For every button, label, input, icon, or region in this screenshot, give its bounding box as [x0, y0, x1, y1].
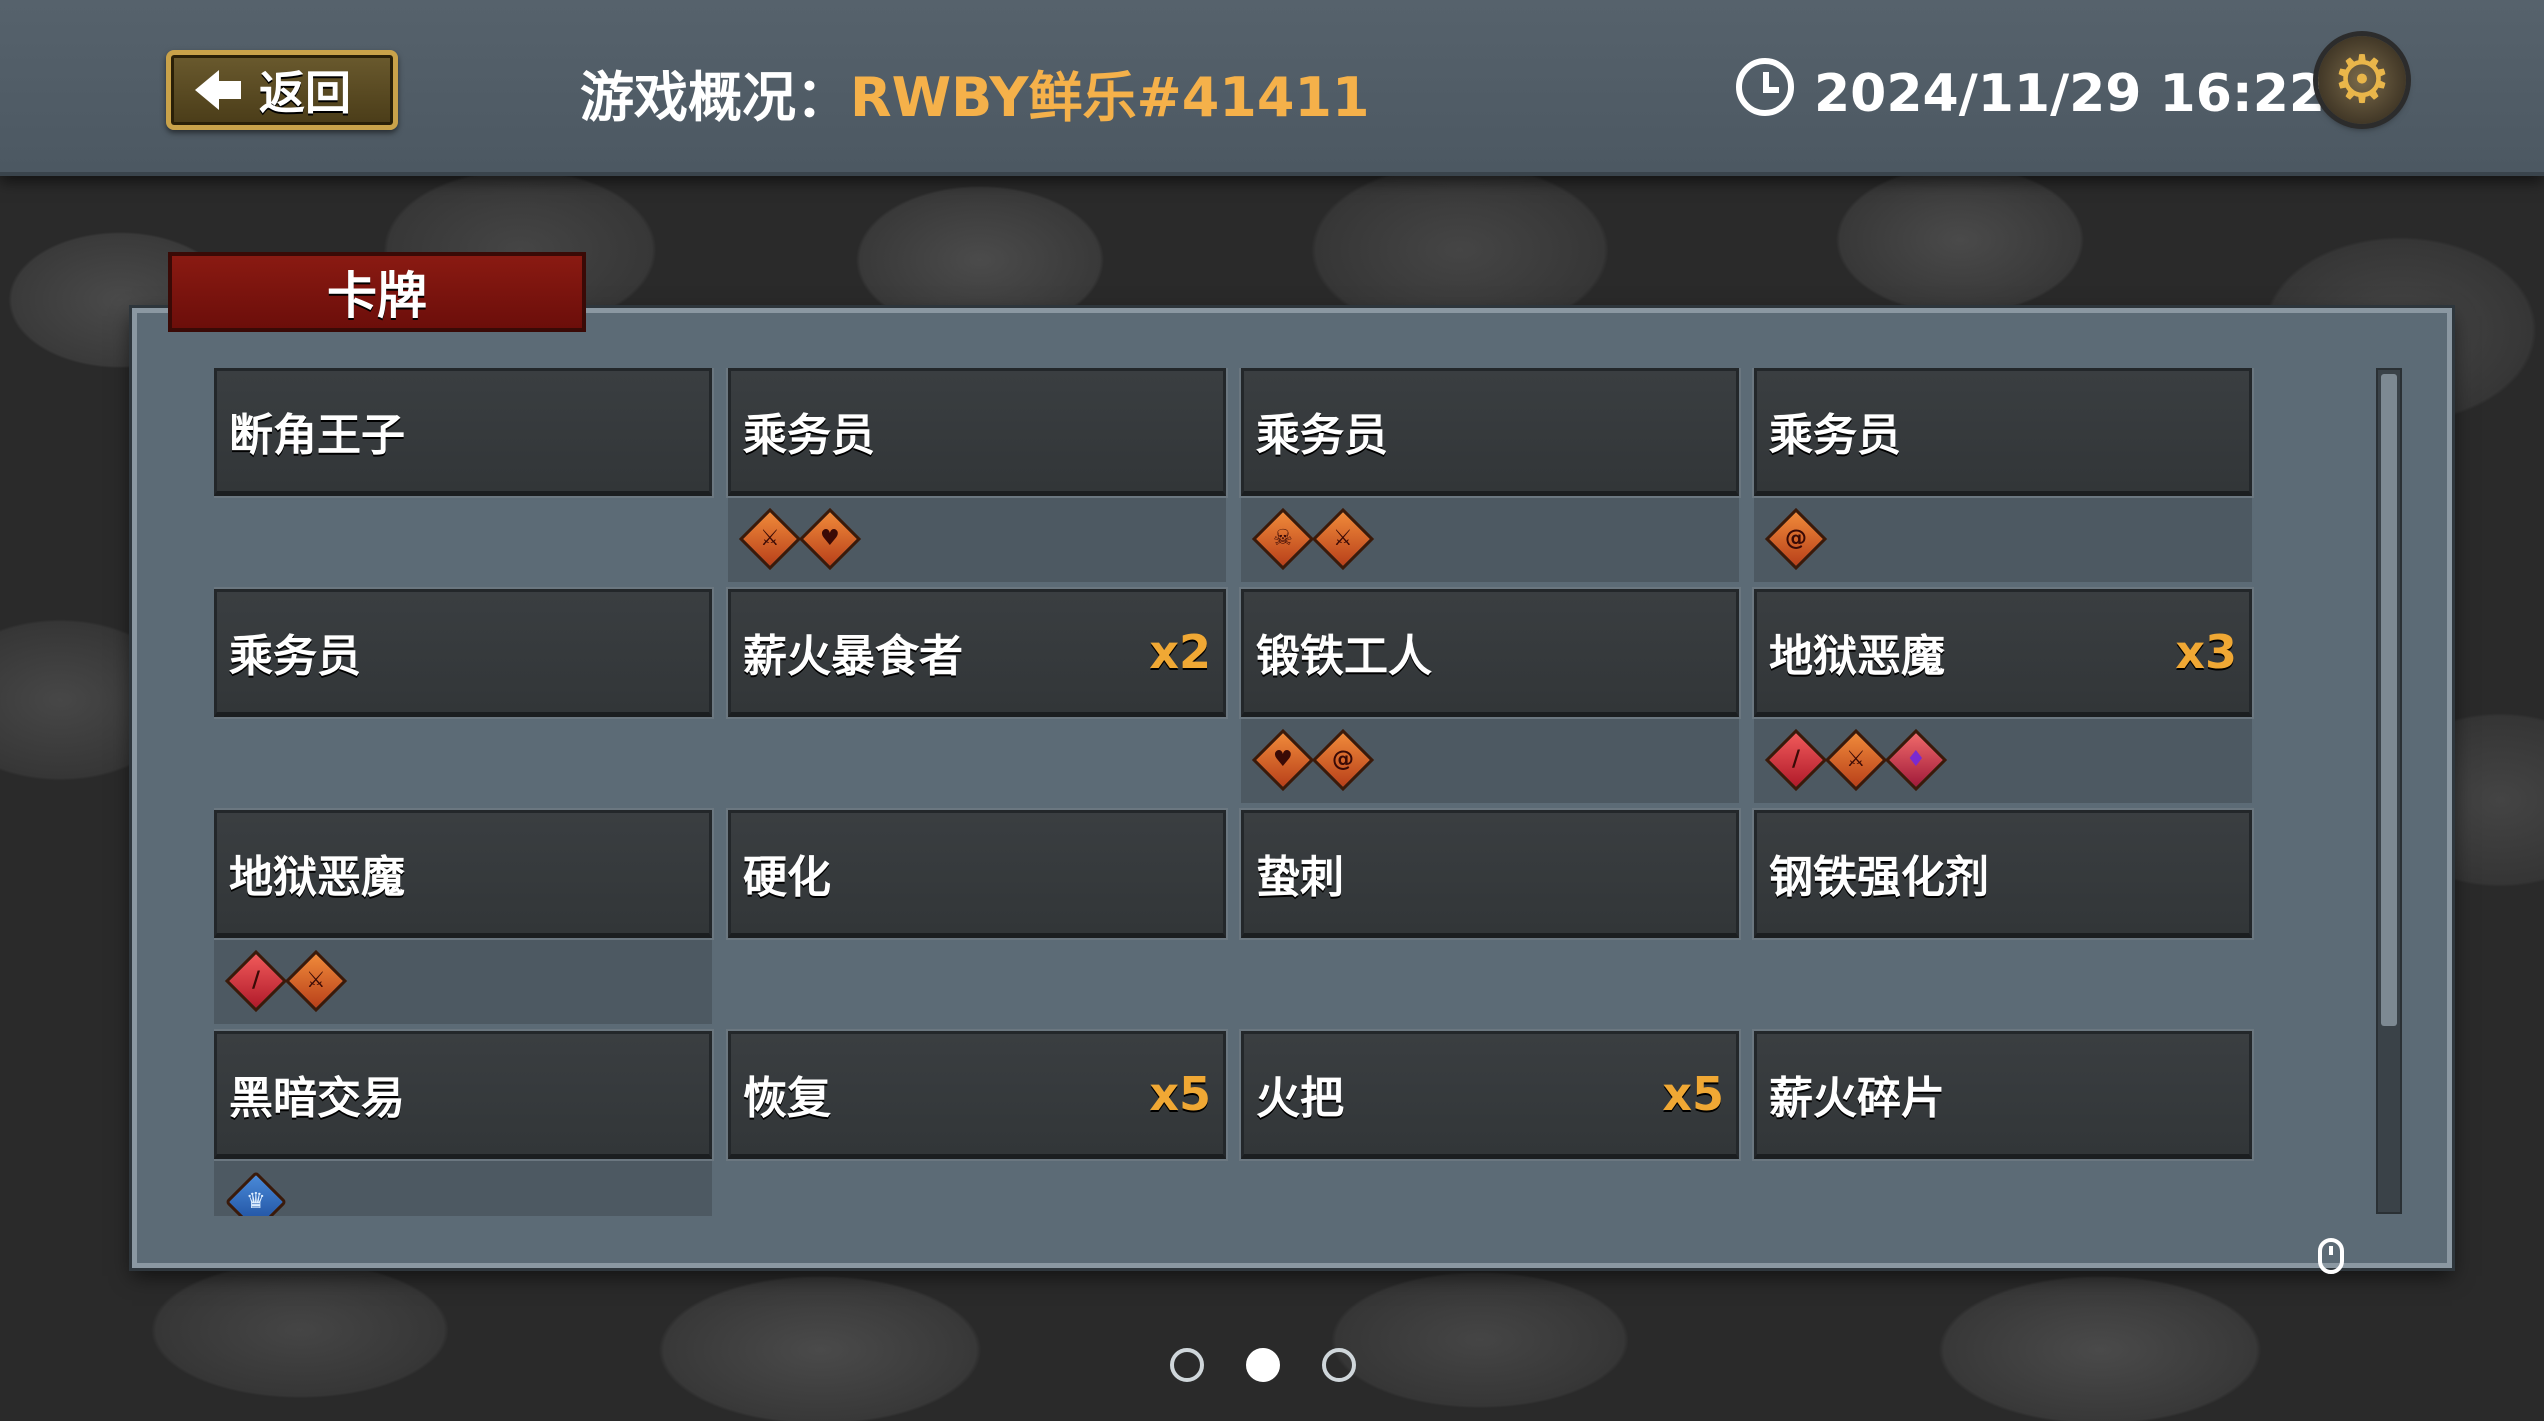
card-item[interactable]: 黑暗交易	[214, 1031, 712, 1159]
card-cell: 薪火碎片	[1754, 1031, 2252, 1159]
sword-icon: ⚔	[1824, 728, 1888, 792]
card-cell: 乘务员	[214, 589, 712, 717]
card-tags: @	[1754, 496, 2252, 582]
card-cell: 锻铁工人 ♥ @	[1241, 589, 1739, 803]
sword-icon: ⚔	[1311, 507, 1375, 571]
card-name: 乘务员	[743, 410, 875, 461]
card-name: 黑暗交易	[229, 1073, 405, 1124]
clock-icon	[1736, 58, 1794, 116]
card-count: x3	[2175, 625, 2237, 679]
card-count: x2	[1149, 625, 1211, 679]
card-item[interactable]: 恢复 x5	[728, 1031, 1226, 1159]
card-item[interactable]: 火把 x5	[1241, 1031, 1739, 1159]
card-item[interactable]: 乘务员	[214, 589, 712, 717]
card-item[interactable]: 薪火暴食者 x2	[728, 589, 1226, 717]
page-dot[interactable]	[1170, 1348, 1204, 1382]
card-cell: 火把 x5	[1241, 1031, 1739, 1159]
card-item[interactable]: 锻铁工人	[1241, 589, 1739, 717]
card-tags: ☠ ⚔	[1241, 496, 1739, 582]
card-tags: / ⚔ ♦	[1754, 717, 2252, 803]
card-name: 蛰刺	[1256, 852, 1344, 903]
sword-icon: ⚔	[738, 507, 802, 571]
slash-icon: /	[1764, 728, 1828, 792]
title-prefix: 游戏概况：	[580, 65, 850, 129]
spiral-icon: @	[1311, 728, 1375, 792]
card-count: x5	[1149, 1067, 1211, 1121]
card-item[interactable]: 蛰刺	[1241, 810, 1739, 938]
card-cell: 硬化	[728, 810, 1226, 938]
card-item[interactable]: 地狱恶魔	[214, 810, 712, 938]
spiral-icon: @	[1764, 507, 1828, 571]
card-cell: 乘务员 ⚔ ♥	[728, 368, 1226, 582]
card-name: 乘务员	[1769, 410, 1901, 461]
sword-icon: ⚔	[284, 949, 348, 1013]
page-dot[interactable]	[1322, 1348, 1356, 1382]
card-cell: 乘务员 @	[1754, 368, 2252, 582]
card-grid: 断角王子 乘务员 ⚔ ♥ 乘务员 ☠ ⚔ 乘务员 @ 乘务员 薪火暴食者 x2 锻铁工人 ♥ @ 地狱恶魔 x3…	[214, 368, 2254, 1216]
card-item[interactable]: 乘务员	[1241, 368, 1739, 496]
card-name: 薪火暴食者	[743, 631, 963, 682]
card-name: 断角王子	[229, 410, 405, 461]
card-cell: 断角王子	[214, 368, 712, 496]
card-cell: 蛰刺	[1241, 810, 1739, 938]
top-bar: 返回 游戏概况： RWBY鲜乐#41411 2024/11/29 16:22 ⚙	[0, 0, 2544, 176]
card-item[interactable]: 硬化	[728, 810, 1226, 938]
datetime: 2024/11/29 16:22	[1814, 64, 2326, 124]
card-name: 乘务员	[1256, 410, 1388, 461]
page-indicator	[1170, 1348, 1398, 1382]
card-name: 钢铁强化剂	[1769, 852, 1989, 903]
heart-icon: ♥	[798, 507, 862, 571]
back-button[interactable]: 返回	[166, 50, 398, 130]
tab-cards[interactable]: 卡牌	[168, 252, 586, 332]
card-cell: 地狱恶魔 / ⚔	[214, 810, 712, 1024]
card-item[interactable]: 薪火碎片	[1754, 1031, 2252, 1159]
card-tags: ♥ @	[1241, 717, 1739, 803]
gear-icon: ⚙	[2332, 41, 2392, 118]
card-name: 地狱恶魔	[1769, 631, 1945, 682]
card-cell: 地狱恶魔 x3 /⚔ ♦	[1754, 589, 2252, 803]
player-name: RWBY鲜乐#41411	[850, 65, 1370, 129]
card-item[interactable]: 乘务员	[1754, 368, 2252, 496]
card-cell: 乘务员 ☠ ⚔	[1241, 368, 1739, 582]
demon-icon: ☠	[1251, 507, 1315, 571]
scrollbar-thumb[interactable]	[2381, 374, 2397, 1026]
card-tags: ⚔ ♥	[728, 496, 1226, 582]
arrow-left-icon	[195, 70, 241, 110]
card-cell: 薪火暴食者 x2	[728, 589, 1226, 717]
crown-icon: ♛	[224, 1170, 288, 1216]
card-cell: 恢复 x5	[728, 1031, 1226, 1159]
card-item[interactable]: 地狱恶魔 x3	[1754, 589, 2252, 717]
card-item[interactable]: 钢铁强化剂	[1754, 810, 2252, 938]
settings-button[interactable]: ⚙	[2318, 36, 2406, 124]
page-title: 游戏概况： RWBY鲜乐#41411	[580, 52, 1370, 132]
card-cell: 钢铁强化剂	[1754, 810, 2252, 938]
card-cell: 黑暗交易 ♛	[214, 1031, 712, 1216]
crystal-icon: ♦	[1884, 728, 1948, 792]
heart-icon: ♥	[1251, 728, 1315, 792]
card-name: 硬化	[743, 852, 831, 903]
scrollbar[interactable]	[2376, 368, 2402, 1214]
card-name: 恢复	[743, 1073, 831, 1124]
slash-icon: /	[224, 949, 288, 1013]
card-item[interactable]: 乘务员	[728, 368, 1226, 496]
card-name: 火把	[1256, 1073, 1344, 1124]
card-name: 乘务员	[229, 631, 361, 682]
page-dot[interactable]	[1246, 1348, 1280, 1382]
card-name: 薪火碎片	[1769, 1073, 1945, 1124]
back-button-label: 返回	[259, 66, 351, 120]
card-count: x5	[1662, 1067, 1724, 1121]
card-tags: / ⚔	[214, 938, 712, 1024]
mouse-icon	[2318, 1238, 2344, 1274]
card-name: 地狱恶魔	[229, 852, 405, 903]
card-tags: ♛	[214, 1159, 712, 1216]
card-item[interactable]: 断角王子	[214, 368, 712, 496]
card-name: 锻铁工人	[1256, 631, 1432, 682]
